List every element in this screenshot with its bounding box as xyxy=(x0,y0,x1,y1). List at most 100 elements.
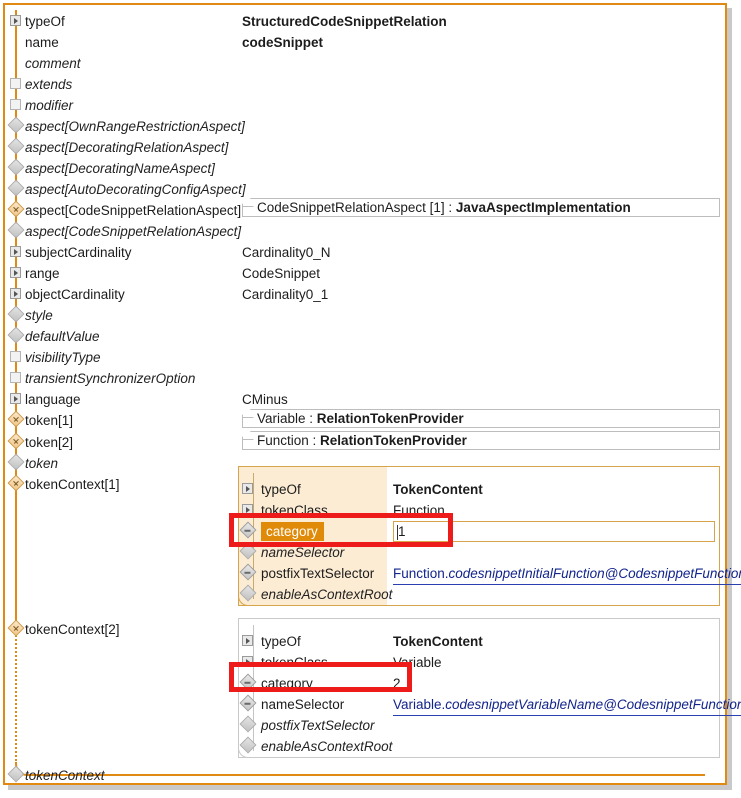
panel-property-row[interactable]: nameSelector xyxy=(261,694,344,715)
property-row[interactable]: tokenContext[2] xyxy=(25,619,120,640)
property-value[interactable]: CodeSnippet xyxy=(242,263,320,284)
panel-property-row[interactable]: category xyxy=(261,673,313,694)
property-row[interactable]: aspect[DecoratingRelationAspect] xyxy=(25,137,228,158)
property-label: aspect[AutoDecoratingConfigAspect] xyxy=(25,179,246,200)
aspect-name: CodeSnippetRelationAspect xyxy=(257,200,426,215)
property-label: extends xyxy=(25,74,72,95)
category-input[interactable]: 1 xyxy=(393,521,715,542)
panel-property-value[interactable]: TokenContent xyxy=(393,479,483,500)
property-row[interactable]: aspect[AutoDecoratingConfigAspect] xyxy=(25,179,246,200)
token-1-value-box[interactable]: Variable : RelationTokenProvider xyxy=(242,409,720,428)
property-label: objectCardinality xyxy=(25,284,125,305)
panel-property-value[interactable]: TokenContent xyxy=(393,631,483,652)
property-row[interactable]: range xyxy=(25,263,60,284)
panel-property-label: typeOf xyxy=(261,631,301,652)
expand-square-icon[interactable] xyxy=(10,393,21,404)
property-row[interactable]: defaultValue xyxy=(25,326,100,347)
expand-square-icon[interactable] xyxy=(10,15,21,26)
property-row[interactable]: objectCardinality xyxy=(25,284,125,305)
panel-property-row[interactable]: postfixTextSelector xyxy=(261,715,375,736)
panel-property-value[interactable]: Function xyxy=(393,500,445,521)
property-row[interactable]: language xyxy=(25,389,81,410)
reference-link-tail: codesnippetInitialFunction@CodesnippetFu… xyxy=(449,566,741,581)
panel-property-row[interactable]: postfixTextSelector xyxy=(261,563,374,584)
property-row[interactable]: token[2] xyxy=(25,432,73,453)
property-label: token[2] xyxy=(25,432,73,453)
property-value[interactable]: Cardinality0_N xyxy=(242,242,331,263)
panel-property-row[interactable]: tokenClass xyxy=(261,652,328,673)
property-label: aspect[CodeSnippetRelationAspect] xyxy=(25,200,241,221)
property-row[interactable]: extends xyxy=(25,74,72,95)
panel-property-value[interactable]: 2 xyxy=(393,673,401,694)
property-row[interactable]: style xyxy=(25,305,53,326)
property-value[interactable]: codeSnippet xyxy=(242,32,323,53)
property-row[interactable]: comment xyxy=(25,53,81,74)
property-row[interactable]: typeOf xyxy=(25,11,65,32)
property-label: subjectCardinality xyxy=(25,242,132,263)
panel-property-row[interactable]: enableAsContextRoot xyxy=(261,584,392,605)
property-row[interactable]: tokenContext xyxy=(25,765,105,786)
property-label: aspect[DecoratingNameAspect] xyxy=(25,158,215,179)
property-row[interactable]: name xyxy=(25,32,59,53)
token-2-value-box[interactable]: Function : RelationTokenProvider xyxy=(242,431,720,450)
reference-link-head: Function. xyxy=(393,566,449,581)
property-label: tokenContext xyxy=(25,765,105,786)
property-row[interactable]: token xyxy=(25,453,58,474)
root-node-rail-foot xyxy=(15,762,705,776)
selected-property-label[interactable]: category xyxy=(261,522,324,541)
token-context-1-panel: typeOf TokenContent tokenClass Function cate… xyxy=(238,466,720,606)
category-input-value: 1 xyxy=(398,524,406,539)
panel-property-row[interactable]: nameSelector xyxy=(261,542,344,563)
property-value[interactable]: StructuredCodeSnippetRelation xyxy=(242,11,447,32)
expand-square-icon[interactable] xyxy=(242,656,253,667)
panel-property-row[interactable]: typeOf xyxy=(261,631,301,652)
property-label: aspect[DecoratingRelationAspect] xyxy=(25,137,228,158)
property-label: name xyxy=(25,32,59,53)
expand-square-icon[interactable] xyxy=(242,635,253,646)
expand-square-icon[interactable] xyxy=(242,504,253,515)
expand-square-icon[interactable] xyxy=(10,267,21,278)
property-label: token xyxy=(25,453,58,474)
expand-square-icon[interactable] xyxy=(10,288,21,299)
property-row[interactable]: visibilityType xyxy=(25,347,101,368)
property-row[interactable]: aspect[DecoratingNameAspect] xyxy=(25,158,215,179)
panel-property-row[interactable]: tokenClass xyxy=(261,500,328,521)
token-2-provider: RelationTokenProvider xyxy=(320,430,467,451)
panel-property-row[interactable]: enableAsContextRoot xyxy=(261,736,392,757)
property-label: defaultValue xyxy=(25,326,100,347)
panel-property-label: postfixTextSelector xyxy=(261,715,375,736)
property-label: style xyxy=(25,305,53,326)
expand-square-icon[interactable] xyxy=(10,246,21,257)
expand-square-icon[interactable] xyxy=(242,483,253,494)
token-1-provider: RelationTokenProvider xyxy=(317,408,464,429)
property-row[interactable]: tokenContext[1] xyxy=(25,474,120,495)
property-row[interactable]: aspect[OwnRangeRestrictionAspect] xyxy=(25,116,245,137)
token-context-1-inner-rail xyxy=(253,473,254,599)
reference-link-head: Variable. xyxy=(393,697,445,712)
aspect-value-box[interactable]: CodeSnippetRelationAspect [1] : JavaAspe… xyxy=(242,198,720,217)
token-context-2-inner-rail xyxy=(253,625,254,751)
panel-property-label: enableAsContextRoot xyxy=(261,736,392,757)
token-2-separator: : xyxy=(309,433,320,448)
property-value[interactable]: CMinus xyxy=(242,389,288,410)
reference-link[interactable]: Variable.codesnippetVariableName@Codesni… xyxy=(393,694,741,716)
aspect-index: [1] xyxy=(430,200,445,215)
reference-link[interactable]: Function.codesnippetInitialFunction@Code… xyxy=(393,563,741,585)
panel-property-value[interactable]: Variable xyxy=(393,652,442,673)
property-row[interactable]: aspect[CodeSnippetRelationAspect] xyxy=(25,221,241,242)
empty-square-icon xyxy=(10,99,21,110)
property-label: tokenContext[1] xyxy=(25,474,120,495)
panel-property-label: category xyxy=(261,673,313,694)
panel-property-row[interactable]: typeOf xyxy=(261,479,301,500)
root-node-rail-dotted xyxy=(15,616,17,764)
structure-editor-root: typeOfStructuredCodeSnippetRelationnamec… xyxy=(0,0,741,798)
property-label: typeOf xyxy=(25,11,65,32)
property-row[interactable]: transientSynchronizerOption xyxy=(25,368,195,389)
property-row[interactable]: subjectCardinality xyxy=(25,242,132,263)
property-value[interactable]: Cardinality0_1 xyxy=(242,284,328,305)
aspect-implementation: JavaAspectImplementation xyxy=(456,197,631,218)
property-row[interactable]: modifier xyxy=(25,95,73,116)
panel-property-label: postfixTextSelector xyxy=(261,563,374,584)
property-row[interactable]: token[1] xyxy=(25,410,73,431)
property-row[interactable]: aspect[CodeSnippetRelationAspect] xyxy=(25,200,241,221)
